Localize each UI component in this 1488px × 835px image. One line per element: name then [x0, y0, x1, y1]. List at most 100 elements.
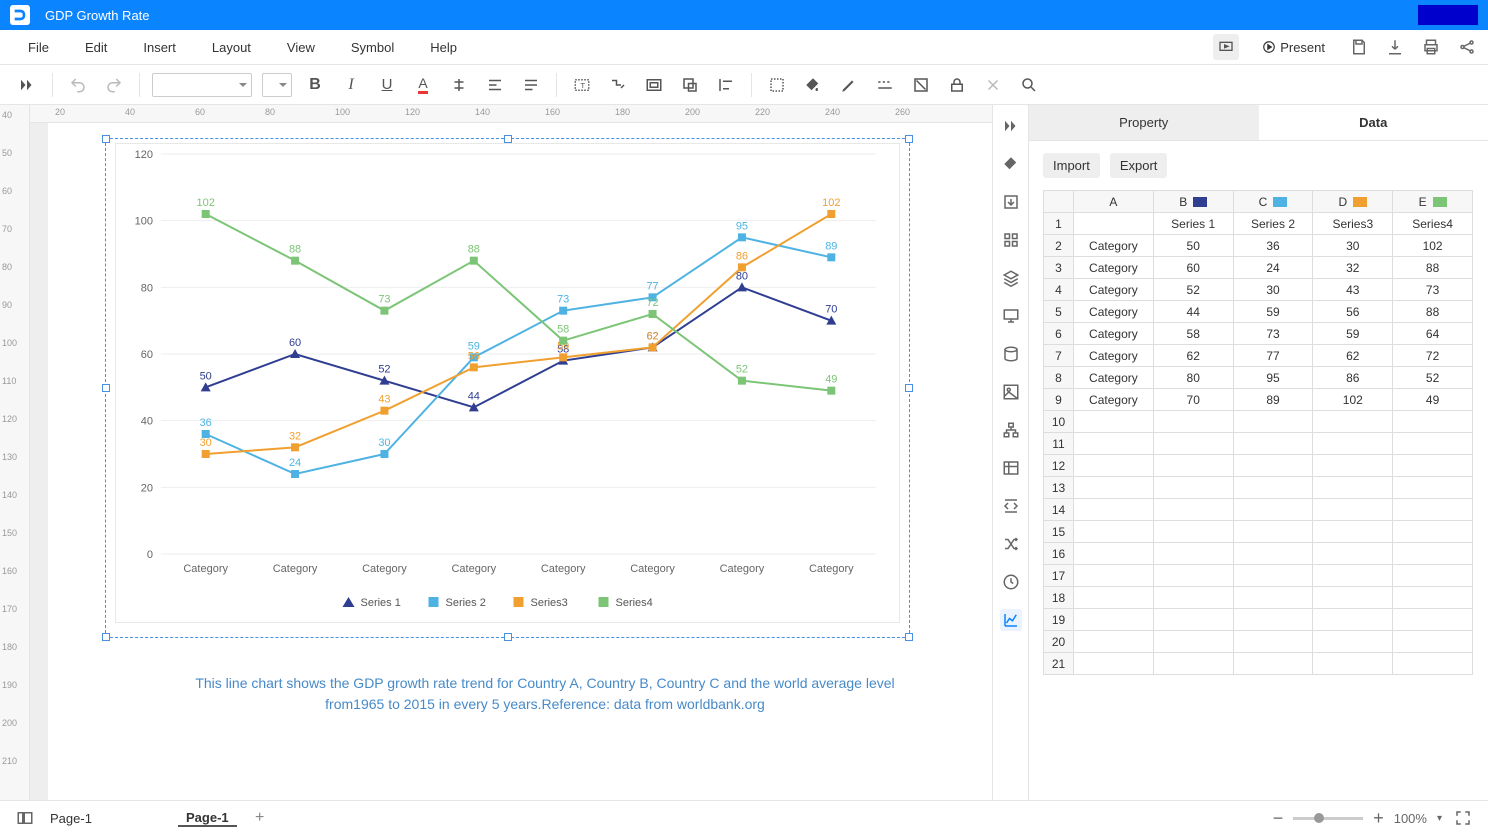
- resize-handle-se[interactable]: [905, 633, 913, 641]
- text-spacing-icon[interactable]: [446, 72, 472, 98]
- page-select-value: Page-1: [50, 811, 92, 826]
- fill-icon[interactable]: [800, 72, 826, 98]
- present-button[interactable]: Present: [1253, 36, 1334, 59]
- font-size-select[interactable]: [262, 73, 292, 97]
- menu-symbol[interactable]: Symbol: [333, 40, 412, 55]
- svg-text:73: 73: [557, 294, 569, 306]
- svg-text:32: 32: [289, 430, 301, 442]
- format-toolbar: B I U A T: [0, 65, 1488, 105]
- zoom-dropdown-icon[interactable]: ▾: [1437, 813, 1442, 824]
- menu-help[interactable]: Help: [412, 40, 475, 55]
- svg-text:40: 40: [141, 416, 153, 428]
- redo-icon[interactable]: [101, 72, 127, 98]
- svg-text:44: 44: [468, 390, 480, 402]
- share-icon[interactable]: [1456, 36, 1478, 58]
- svg-text:56: 56: [468, 350, 480, 362]
- menu-file[interactable]: File: [10, 40, 67, 55]
- italic-icon[interactable]: I: [338, 72, 364, 98]
- svg-text:36: 36: [200, 417, 212, 429]
- rail-distribute-icon[interactable]: [1000, 495, 1022, 517]
- page-view-icon[interactable]: [14, 807, 36, 829]
- svg-text:Series 1: Series 1: [361, 597, 401, 609]
- resize-handle-w[interactable]: [102, 384, 110, 392]
- rail-sitemap-icon[interactable]: [1000, 419, 1022, 441]
- resize-handle-ne[interactable]: [905, 135, 913, 143]
- right-panel: Property Data Import Export ABCDE1Series…: [1028, 105, 1488, 800]
- window-controls[interactable]: [1418, 5, 1478, 25]
- zoom-in-icon[interactable]: +: [1373, 808, 1384, 829]
- zoom-out-icon[interactable]: −: [1273, 808, 1284, 829]
- svg-text:102: 102: [822, 197, 840, 209]
- font-color-icon[interactable]: A: [410, 72, 436, 98]
- title-bar: GDP Growth Rate: [0, 0, 1488, 30]
- align-icon[interactable]: [482, 72, 508, 98]
- rail-presentation-icon[interactable]: [1000, 305, 1022, 327]
- svg-text:Series 2: Series 2: [446, 597, 486, 609]
- tab-data[interactable]: Data: [1259, 105, 1488, 140]
- align-objects-icon[interactable]: [713, 72, 739, 98]
- svg-text:120: 120: [135, 149, 153, 161]
- rail-fill-icon[interactable]: [1000, 153, 1022, 175]
- app-logo-icon: [10, 5, 30, 25]
- line-height-icon[interactable]: [518, 72, 544, 98]
- import-button[interactable]: Import: [1043, 153, 1100, 178]
- textbox-icon[interactable]: T: [569, 72, 595, 98]
- container-icon[interactable]: [641, 72, 667, 98]
- add-page-icon[interactable]: +: [251, 809, 269, 827]
- rail-image-icon[interactable]: [1000, 381, 1022, 403]
- resize-handle-n[interactable]: [504, 135, 512, 143]
- menu-view[interactable]: View: [269, 40, 333, 55]
- vertical-ruler: 4050607080901001101201301401501601701801…: [0, 105, 30, 800]
- fullscreen-icon[interactable]: [1452, 807, 1474, 829]
- canvas-area[interactable]: 20406080100120140160180200220240260 0204…: [30, 105, 992, 800]
- slideshow-mode-icon[interactable]: [1213, 34, 1239, 60]
- rail-export-icon[interactable]: [1000, 191, 1022, 213]
- toolbar-expand-icon[interactable]: [14, 72, 40, 98]
- svg-text:49: 49: [825, 374, 837, 386]
- rail-table-icon[interactable]: [1000, 457, 1022, 479]
- download-icon[interactable]: [1384, 36, 1406, 58]
- resize-handle-nw[interactable]: [102, 135, 110, 143]
- svg-text:60: 60: [289, 337, 301, 349]
- rail-chart-icon[interactable]: [1000, 609, 1022, 631]
- connector-icon[interactable]: [605, 72, 631, 98]
- svg-text:88: 88: [468, 244, 480, 256]
- svg-text:24: 24: [289, 457, 301, 469]
- tools-icon[interactable]: [980, 72, 1006, 98]
- svg-text:Category: Category: [451, 563, 496, 575]
- data-grid[interactable]: ABCDE1Series 1Series 2Series3Series42Cat…: [1043, 190, 1473, 675]
- print-icon[interactable]: [1420, 36, 1442, 58]
- resize-handle-s[interactable]: [504, 633, 512, 641]
- undo-icon[interactable]: [65, 72, 91, 98]
- rail-shuffle-icon[interactable]: [1000, 533, 1022, 555]
- save-icon[interactable]: [1348, 36, 1370, 58]
- crop-icon[interactable]: [764, 72, 790, 98]
- search-icon[interactable]: [1016, 72, 1042, 98]
- tab-property[interactable]: Property: [1029, 105, 1259, 140]
- rail-layers-icon[interactable]: [1000, 267, 1022, 289]
- zoom-slider[interactable]: [1293, 817, 1363, 820]
- bold-icon[interactable]: B: [302, 72, 328, 98]
- export-button[interactable]: Export: [1110, 153, 1168, 178]
- menu-insert[interactable]: Insert: [125, 40, 194, 55]
- menu-layout[interactable]: Layout: [194, 40, 269, 55]
- eraser-icon[interactable]: [908, 72, 934, 98]
- rail-history-icon[interactable]: [1000, 571, 1022, 593]
- rail-expand-icon[interactable]: [1000, 115, 1022, 137]
- svg-text:102: 102: [197, 197, 215, 209]
- page-tab[interactable]: Page-1: [178, 810, 237, 827]
- line-style-icon[interactable]: [872, 72, 898, 98]
- lock-icon[interactable]: [944, 72, 970, 98]
- underline-icon[interactable]: U: [374, 72, 400, 98]
- resize-handle-e[interactable]: [905, 384, 913, 392]
- shape-icon[interactable]: [677, 72, 703, 98]
- chart[interactable]: 020406080100120CategoryCategoryCategoryC…: [115, 143, 900, 623]
- menu-edit[interactable]: Edit: [67, 40, 125, 55]
- pen-icon[interactable]: [836, 72, 862, 98]
- rail-grid-icon[interactable]: [1000, 229, 1022, 251]
- rail-database-icon[interactable]: [1000, 343, 1022, 365]
- resize-handle-sw[interactable]: [102, 633, 110, 641]
- font-family-select[interactable]: [152, 73, 252, 97]
- page-select[interactable]: Page-1: [50, 811, 130, 826]
- horizontal-ruler: 20406080100120140160180200220240260: [30, 105, 992, 123]
